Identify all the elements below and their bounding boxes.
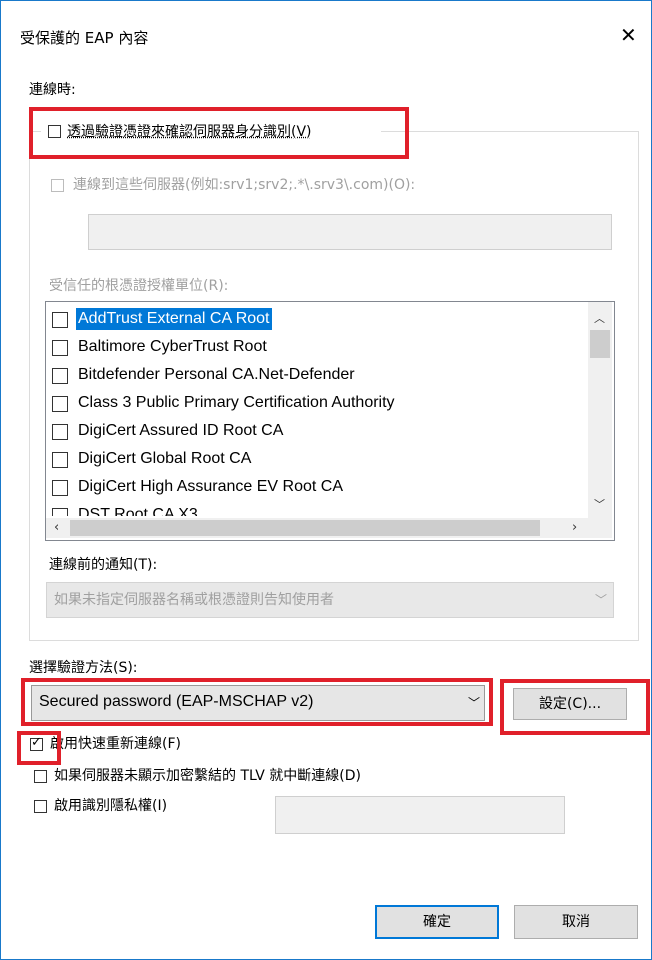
highlight-box-configure — [500, 679, 650, 735]
connect-servers-checkbox[interactable] — [51, 179, 64, 192]
scroll-right-icon[interactable]: › — [572, 520, 577, 535]
chevron-down-icon: ﹀ — [595, 593, 608, 607]
ca-list-item[interactable]: Bitdefender Personal CA.Net-Defender — [52, 364, 582, 386]
ca-item-label: Class 3 Public Primary Certification Aut… — [78, 394, 395, 411]
ca-item-label: DST Root CA X3 — [78, 506, 198, 516]
ca-item-label: DigiCert Assured ID Root CA — [78, 422, 284, 439]
ca-item-checkbox[interactable] — [52, 368, 68, 384]
ca-list-item[interactable]: DigiCert High Assurance EV Root CA — [52, 476, 582, 498]
fast-reconnect-label: 啟用快速重新連線(F) — [50, 736, 181, 752]
ca-list-item[interactable]: DigiCert Global Root CA — [52, 448, 582, 470]
ca-list-item[interactable]: DST Root CA X3 — [52, 504, 582, 516]
disconnect-tlv-label: 如果伺服器未顯示加密繫結的 TLV 就中斷連線(D) — [54, 768, 361, 784]
ca-item-label: AddTrust External CA Root — [76, 308, 272, 330]
ca-item-checkbox[interactable] — [52, 424, 68, 440]
close-icon[interactable]: ✕ — [620, 23, 637, 47]
dialog-title: 受保護的 EAP 內容 — [20, 29, 149, 47]
highlight-box-verify-cert — [29, 107, 409, 159]
vertical-scrollbar[interactable]: ︿ ﹀ — [588, 302, 612, 518]
horizontal-scrollbar[interactable]: ‹ › — [46, 518, 588, 538]
notify-dropdown-value: 如果未指定伺服器名稱或根憑證則告知使用者 — [54, 592, 334, 608]
scroll-up-icon[interactable]: ︿ — [594, 310, 605, 326]
highlight-box-auth-method — [21, 678, 493, 726]
trusted-ca-label: 受信任的根憑證授權單位(R): — [49, 278, 229, 294]
notify-label: 連線前的通知(T): — [49, 557, 158, 573]
ca-item-checkbox[interactable] — [52, 340, 68, 356]
ca-item-checkbox[interactable] — [52, 480, 68, 496]
scroll-left-icon[interactable]: ‹ — [54, 520, 59, 535]
trusted-ca-list[interactable]: AddTrust External CA Root Baltimore Cyber… — [45, 301, 615, 541]
servers-input[interactable] — [88, 214, 612, 250]
ca-list-item[interactable]: Baltimore CyberTrust Root — [52, 336, 582, 358]
ca-item-label: DigiCert Global Root CA — [78, 450, 252, 467]
notify-dropdown[interactable]: 如果未指定伺服器名稱或根憑證則告知使用者 ﹀ — [46, 582, 614, 618]
identity-privacy-checkbox[interactable] — [34, 800, 47, 813]
identity-input[interactable] — [275, 796, 565, 834]
ca-list-item[interactable]: Class 3 Public Primary Certification Aut… — [52, 392, 582, 414]
ca-list-item[interactable]: DigiCert Assured ID Root CA — [52, 420, 582, 442]
connect-section-label: 連線時: — [29, 82, 76, 98]
cancel-button[interactable]: 取消 — [514, 905, 638, 939]
ca-item-checkbox[interactable] — [52, 396, 68, 412]
ca-list-item[interactable]: AddTrust External CA Root — [52, 308, 582, 330]
auth-method-label: 選擇驗證方法(S): — [29, 660, 138, 676]
connect-servers-label: 連線到這些伺服器(例如:srv1;srv2;.*\.srv3\.com)(O): — [73, 177, 416, 193]
eap-properties-dialog: 受保護的 EAP 內容 ✕ 連線時: 透過驗證憑證來確認伺服器身分識別(V) 連… — [0, 0, 652, 960]
disconnect-tlv-checkbox[interactable] — [34, 770, 47, 783]
ca-list-rows: AddTrust External CA Root Baltimore Cyber… — [46, 308, 586, 516]
ca-item-label: Bitdefender Personal CA.Net-Defender — [78, 366, 355, 383]
ca-item-checkbox[interactable] — [52, 312, 68, 328]
ca-item-checkbox[interactable] — [52, 452, 68, 468]
identity-privacy-label: 啟用識別隱私權(I) — [54, 798, 168, 814]
ca-item-label: Baltimore CyberTrust Root — [78, 338, 267, 355]
ca-item-checkbox[interactable] — [52, 508, 68, 516]
highlight-box-fast-reconnect — [17, 731, 61, 765]
ca-item-label: DigiCert High Assurance EV Root CA — [78, 478, 343, 495]
ok-button[interactable]: 確定 — [375, 905, 499, 939]
scroll-down-icon[interactable]: ﹀ — [594, 496, 605, 512]
scroll-corner — [588, 518, 612, 538]
horizontal-scroll-thumb[interactable] — [70, 520, 540, 536]
vertical-scroll-thumb[interactable] — [590, 330, 610, 358]
